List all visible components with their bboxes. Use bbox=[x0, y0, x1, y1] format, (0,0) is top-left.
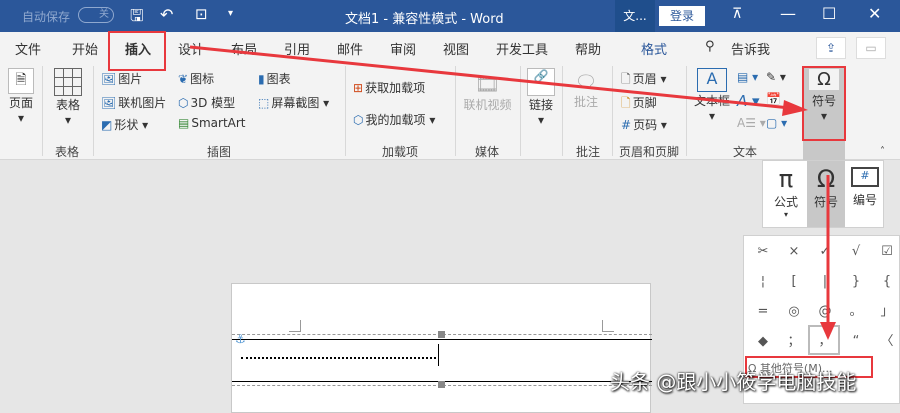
arrowhead bbox=[782, 100, 808, 116]
arrowhead bbox=[820, 322, 836, 340]
arrow-to-symbol bbox=[189, 45, 791, 110]
annotation-arrows bbox=[189, 45, 836, 340]
watermark: 头条 @跟小小筱学电脑技能 bbox=[610, 370, 857, 394]
